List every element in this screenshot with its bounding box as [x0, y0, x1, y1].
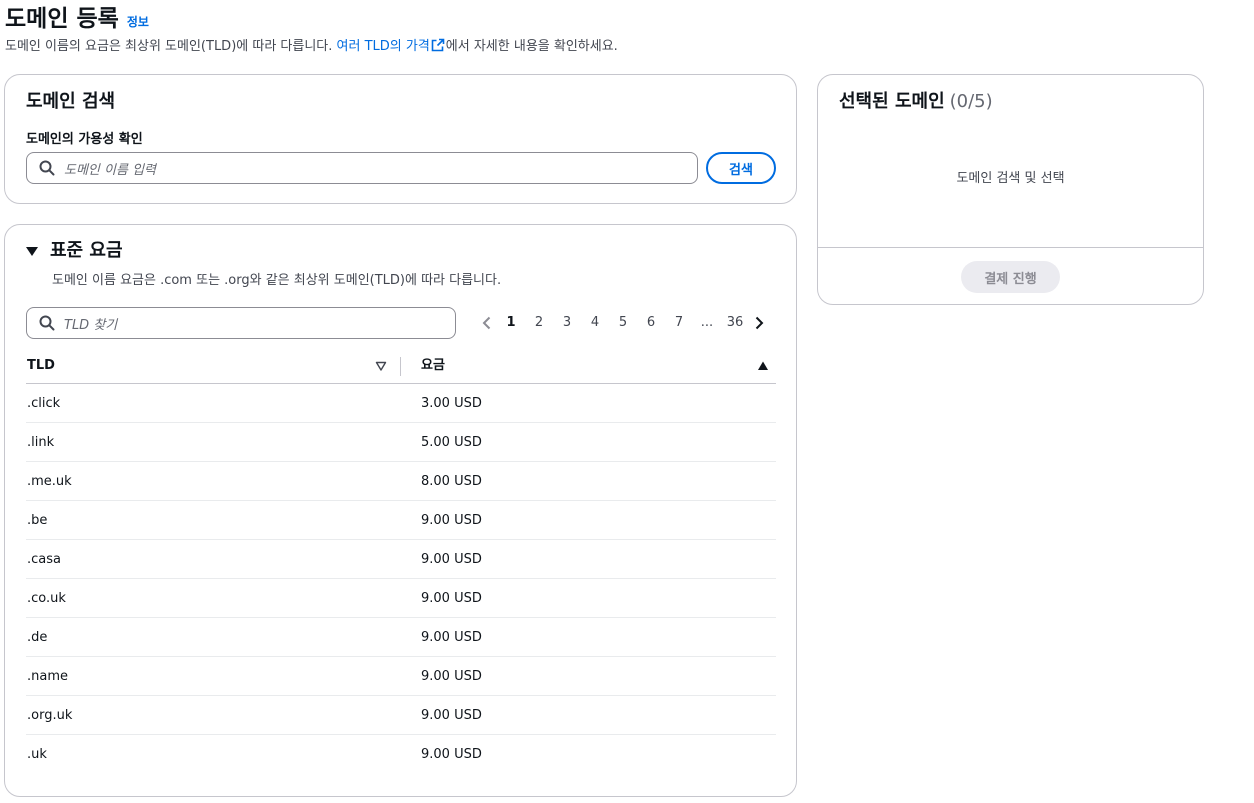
- page-title: 도메인 등록: [5, 6, 119, 32]
- price-cell: 9.00 USD: [421, 591, 482, 606]
- empty-state-text: 도메인 검색 및 선택: [956, 171, 1065, 186]
- page-6-button[interactable]: 6: [637, 311, 665, 335]
- chevron-right-icon: [755, 316, 764, 330]
- previous-page-button[interactable]: [477, 311, 497, 335]
- domain-search-placeholder: 도메인 이름 입력: [64, 162, 156, 178]
- pricing-expand-toggle[interactable]: 표준 요금: [26, 239, 123, 263]
- tld-cell: .me.uk: [27, 474, 72, 489]
- price-cell: 9.00 USD: [421, 552, 482, 567]
- tld-cell: .org.uk: [27, 708, 73, 723]
- price-cell: 8.00 USD: [421, 474, 482, 489]
- sort-descending-outline-icon[interactable]: [375, 360, 387, 372]
- table-body: .click 3.00 USD .link 5.00 USD .me.uk 8.00 US…: [26, 384, 776, 774]
- column-header-tld[interactable]: TLD: [27, 349, 55, 384]
- sort-ascending-icon[interactable]: [757, 360, 769, 372]
- page-4-button[interactable]: 4: [581, 311, 609, 335]
- table-row: .uk 9.00 USD: [26, 735, 776, 774]
- info-link[interactable]: 정보: [127, 13, 149, 30]
- search-icon: [39, 315, 55, 331]
- page-description: 도메인 이름의 요금은 최상위 도메인(TLD)에 따라 다릅니다. 여러 TL…: [5, 38, 1245, 56]
- page-1-button[interactable]: 1: [497, 311, 525, 335]
- pricing-table: TLD 요금 .click 3.00 USD .link 5.00 USD .me.uk…: [26, 349, 776, 774]
- page-7-button[interactable]: 7: [665, 311, 693, 335]
- tld-cell: .click: [27, 396, 61, 411]
- selected-domains-header: 선택된 도메인 (0/5): [839, 90, 993, 114]
- standard-pricing-panel: 표준 요금 도메인 이름 요금은 .com 또는 .org와 같은 최상위 도메…: [4, 224, 797, 797]
- table-row: .me.uk 8.00 USD: [26, 462, 776, 501]
- table-header: TLD 요금: [26, 349, 776, 384]
- selected-domains-title: 선택된 도메인: [839, 91, 945, 112]
- price-cell: 3.00 USD: [421, 396, 482, 411]
- price-cell: 5.00 USD: [421, 435, 482, 450]
- selected-domains-panel: 선택된 도메인 (0/5) 도메인 검색 및 선택 결제 진행: [817, 74, 1204, 305]
- tld-pricing-link[interactable]: 여러 TLD의 가격: [336, 38, 446, 54]
- availability-label: 도메인의 가용성 확인: [26, 132, 143, 147]
- search-icon: [39, 160, 55, 176]
- price-cell: 9.00 USD: [421, 630, 482, 645]
- price-cell: 9.00 USD: [421, 513, 482, 528]
- selected-count: (0/5): [949, 91, 993, 112]
- tld-cell: .co.uk: [27, 591, 66, 606]
- domain-search-panel: 도메인 검색 도메인의 가용성 확인 도메인 이름 입력 검색: [4, 74, 797, 204]
- proceed-to-checkout-button[interactable]: 결제 진행: [961, 261, 1060, 293]
- tld-cell: .uk: [27, 747, 47, 762]
- domain-search-input[interactable]: 도메인 이름 입력: [26, 152, 698, 184]
- page-36-button[interactable]: 36: [721, 311, 749, 335]
- tld-cell: .de: [27, 630, 48, 645]
- description-text-end: 에서 자세한 내용을 확인하세요.: [445, 39, 618, 54]
- domain-search-title: 도메인 검색: [26, 91, 116, 112]
- table-row: .name 9.00 USD: [26, 657, 776, 696]
- table-row: .co.uk 9.00 USD: [26, 579, 776, 618]
- tld-cell: .be: [27, 513, 48, 528]
- title-row: 도메인 등록 정보: [5, 4, 1245, 34]
- tld-cell: .casa: [27, 552, 61, 567]
- price-cell: 9.00 USD: [421, 747, 482, 762]
- column-header-price[interactable]: 요금: [421, 349, 445, 384]
- price-cell: 9.00 USD: [421, 669, 482, 684]
- tld-filter-input[interactable]: TLD 찾기: [26, 307, 456, 339]
- chevron-left-icon: [482, 316, 491, 330]
- table-row: .link 5.00 USD: [26, 423, 776, 462]
- pricing-title: 표준 요금: [50, 240, 123, 261]
- table-row: .org.uk 9.00 USD: [26, 696, 776, 735]
- page-header: 도메인 등록 정보 도메인 이름의 요금은 최상위 도메인(TLD)에 따라 다…: [5, 4, 1245, 56]
- panel-footer-divider: [818, 247, 1203, 248]
- pricing-description: 도메인 이름 요금은 .com 또는 .org와 같은 최상위 도메인(TLD)…: [52, 273, 502, 288]
- table-row: .casa 9.00 USD: [26, 540, 776, 579]
- next-page-button[interactable]: [749, 311, 769, 335]
- price-cell: 9.00 USD: [421, 708, 482, 723]
- pagination: 1 2 3 4 5 6 7 ... 36: [477, 311, 769, 335]
- page-2-button[interactable]: 2: [525, 311, 553, 335]
- page-3-button[interactable]: 3: [553, 311, 581, 335]
- table-row: .de 9.00 USD: [26, 618, 776, 657]
- external-link-icon: [431, 38, 445, 52]
- column-divider[interactable]: [400, 357, 401, 376]
- tld-filter-placeholder: TLD 찾기: [64, 317, 118, 333]
- tld-cell: .link: [27, 435, 55, 450]
- tld-pricing-link-label: 여러 TLD의 가격: [336, 39, 430, 54]
- pagination-ellipsis: ...: [700, 315, 714, 330]
- table-row: .click 3.00 USD: [26, 384, 776, 423]
- search-button[interactable]: 검색: [706, 152, 776, 184]
- description-text: 도메인 이름의 요금은 최상위 도메인(TLD)에 따라 다릅니다.: [5, 39, 337, 54]
- tld-cell: .name: [27, 669, 68, 684]
- caret-down-icon: [26, 246, 38, 256]
- table-row: .be 9.00 USD: [26, 501, 776, 540]
- page-5-button[interactable]: 5: [609, 311, 637, 335]
